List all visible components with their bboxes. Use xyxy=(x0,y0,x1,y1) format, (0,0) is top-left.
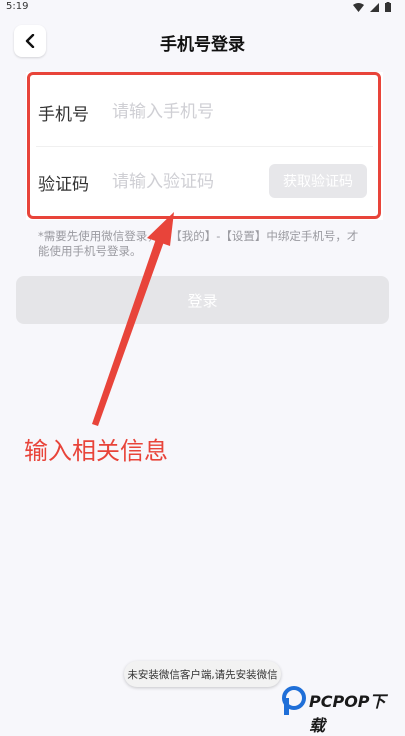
notice-text: *需要先使用微信登录，在【我的】-【设置】中绑定手机号，才能使用手机号登录。 xyxy=(38,229,359,258)
header: 手机号登录 xyxy=(0,22,405,62)
watermark-text: PCPOP下载 xyxy=(309,692,386,735)
code-row: 验证码 获取验证码 xyxy=(26,146,383,216)
watermark: PCPOP下载 xyxy=(281,684,401,735)
status-icons xyxy=(353,2,391,12)
login-button[interactable]: 登录 xyxy=(16,276,389,324)
wifi-icon xyxy=(353,2,364,12)
page-title: 手机号登录 xyxy=(160,35,245,55)
phone-row: 手机号 xyxy=(26,76,383,146)
code-input[interactable] xyxy=(110,166,284,198)
get-code-button[interactable]: 获取验证码 xyxy=(269,164,367,198)
signal-icon xyxy=(370,2,379,12)
status-bar: 5:19 xyxy=(0,0,405,14)
phone-label: 手机号 xyxy=(38,105,89,125)
logo-icon xyxy=(282,686,306,715)
annotation-text: 输入相关信息 xyxy=(24,437,168,465)
code-label: 验证码 xyxy=(38,175,89,195)
battery-icon xyxy=(385,2,391,12)
phone-input[interactable] xyxy=(110,96,374,128)
status-time: 5:19 xyxy=(6,1,29,12)
toast-message: 未安装微信客户端,请先安装微信 xyxy=(124,661,281,687)
login-form: 手机号 验证码 获取验证码 xyxy=(26,72,383,220)
